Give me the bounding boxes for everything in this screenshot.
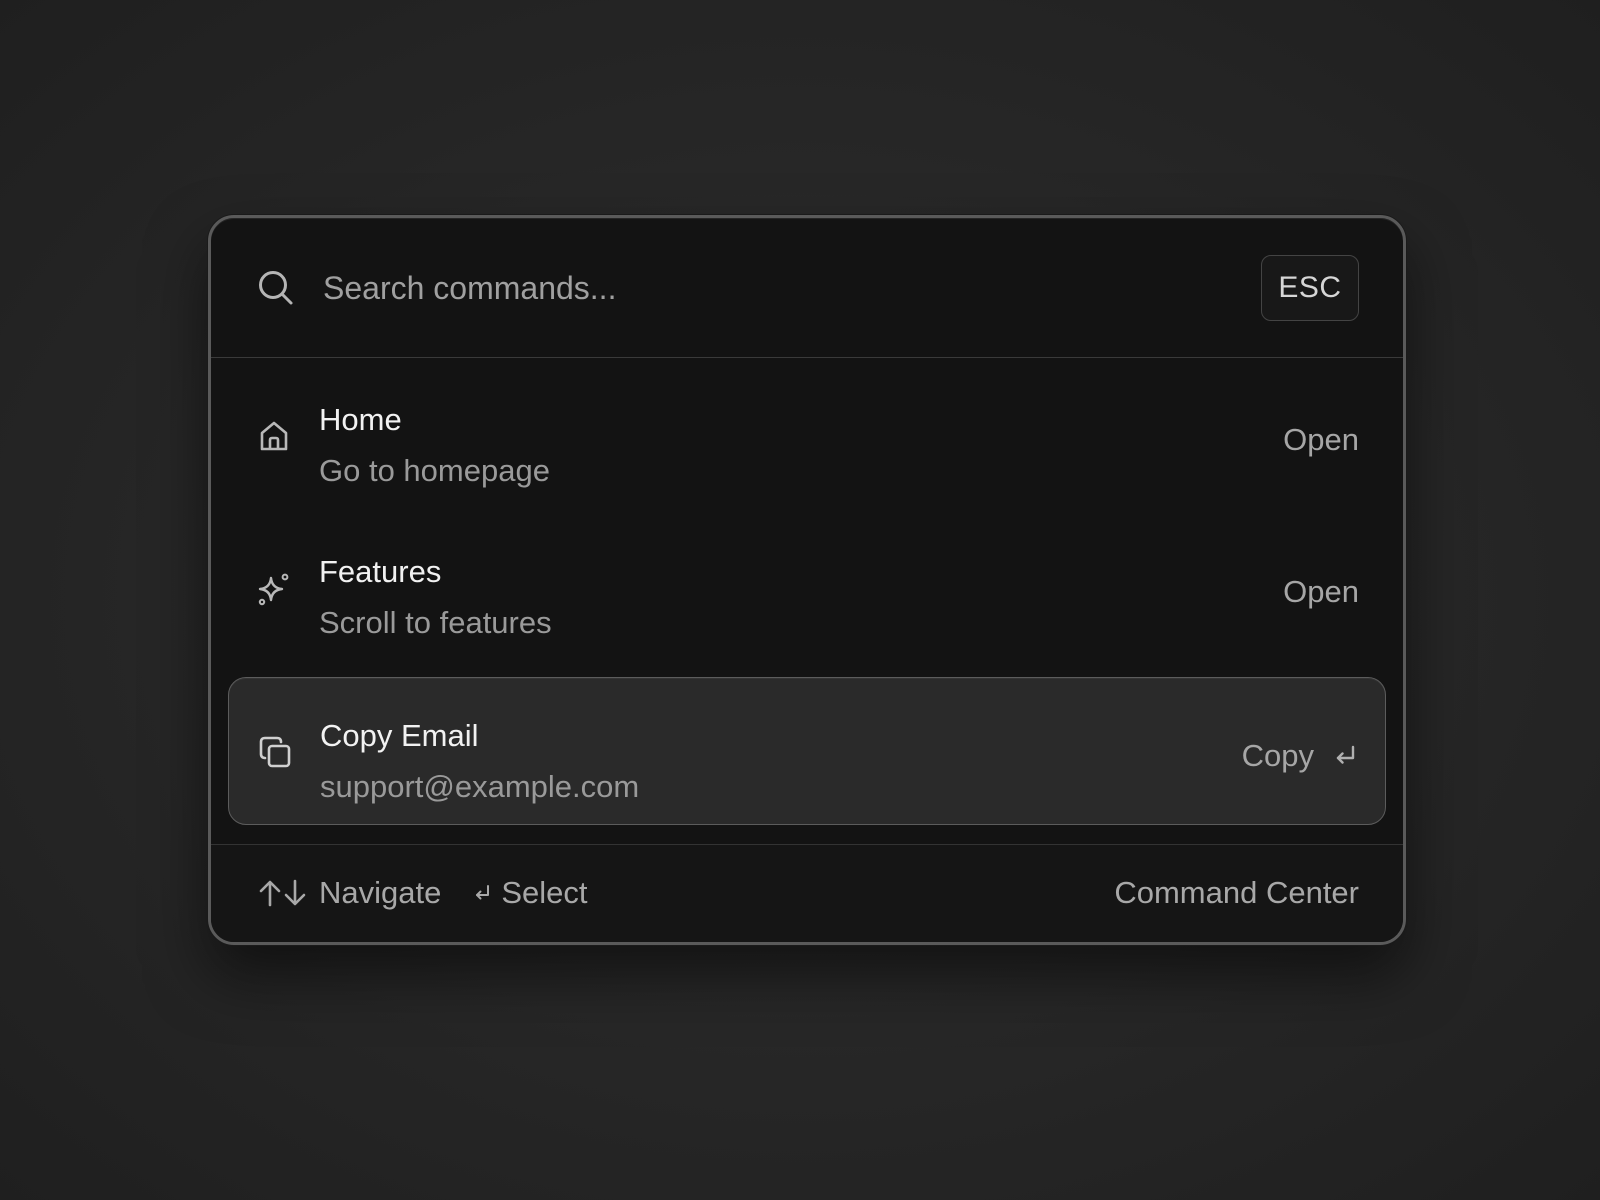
item-action: Open <box>1283 574 1359 610</box>
item-action: Copy <box>1242 738 1358 774</box>
enter-key-icon <box>473 883 491 903</box>
search-icon <box>257 269 295 307</box>
list-item-copy-email-selected[interactable]: Copy Email support@example.com Copy <box>228 677 1386 825</box>
item-title: Features <box>319 554 442 589</box>
list-item-features[interactable]: Features Scroll to features Open <box>228 514 1386 662</box>
item-subtitle: Scroll to features <box>319 605 552 640</box>
brand-label: Command Center <box>1114 875 1359 910</box>
esc-label: ESC <box>1278 271 1342 304</box>
select-hint: Select <box>501 875 588 910</box>
action-label: Open <box>1283 574 1359 609</box>
search-bar: ESC <box>211 218 1403 358</box>
search-input[interactable] <box>323 260 1223 316</box>
item-title: Home <box>319 402 402 437</box>
action-label: Copy <box>1241 738 1314 773</box>
item-action: Open <box>1283 422 1359 458</box>
action-label: Open <box>1283 422 1359 457</box>
home-icon <box>256 418 292 454</box>
arrow-up-down-icon <box>257 878 309 908</box>
item-title: Copy Email <box>320 718 479 753</box>
sparkle-icon <box>256 570 292 606</box>
item-subtitle: Go to homepage <box>319 453 550 488</box>
list-item-home[interactable]: Home Go to homepage Open <box>228 362 1386 510</box>
item-subtitle: support@example.com <box>320 769 640 804</box>
enter-key-icon <box>1332 743 1358 769</box>
copy-icon <box>257 734 293 770</box>
footer-bar: Navigate Select Command Center <box>211 844 1403 942</box>
footer-hints: Navigate Select <box>257 875 588 911</box>
command-palette: ESC Home Go to homepage Open <box>208 215 1406 945</box>
navigate-hint: Navigate <box>319 875 442 910</box>
esc-button[interactable]: ESC <box>1261 255 1359 321</box>
